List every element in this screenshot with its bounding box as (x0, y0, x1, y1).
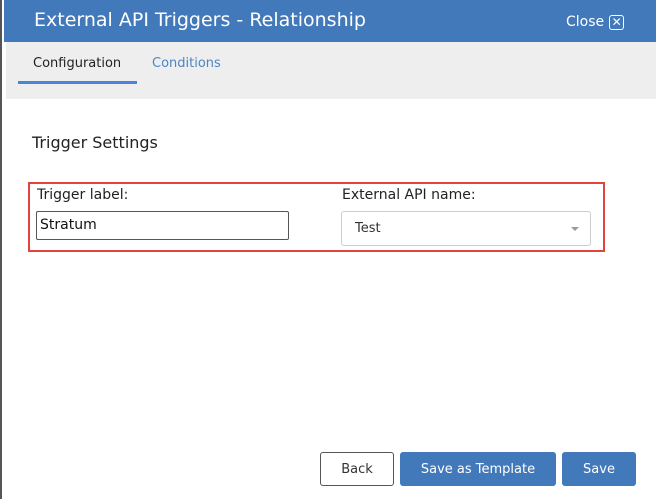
dialog-title: External API Triggers - Relationship (34, 9, 366, 31)
api-name-label: External API name: (342, 187, 476, 203)
chevron-down-icon (571, 227, 579, 231)
tab-bar: Configuration Conditions (6, 42, 656, 99)
trigger-label-label: Trigger label: (37, 187, 129, 203)
trigger-label-input[interactable]: Stratum (36, 211, 289, 240)
dialog-header: External API Triggers - Relationship Clo… (4, 0, 656, 42)
api-name-value: Test (355, 221, 381, 236)
section-title: Trigger Settings (32, 133, 158, 152)
dialog: External API Triggers - Relationship Clo… (0, 0, 656, 499)
back-button[interactable]: Back (320, 452, 394, 486)
save-button[interactable]: Save (562, 452, 636, 486)
tab-conditions[interactable]: Conditions (152, 56, 221, 71)
save-as-template-button[interactable]: Save as Template (400, 452, 556, 486)
close-button[interactable]: Close ✕ (566, 14, 625, 30)
close-icon: ✕ (609, 14, 625, 30)
tab-configuration[interactable]: Configuration (18, 56, 137, 84)
api-name-select[interactable]: Test (341, 211, 591, 246)
close-label: Close (566, 14, 605, 30)
